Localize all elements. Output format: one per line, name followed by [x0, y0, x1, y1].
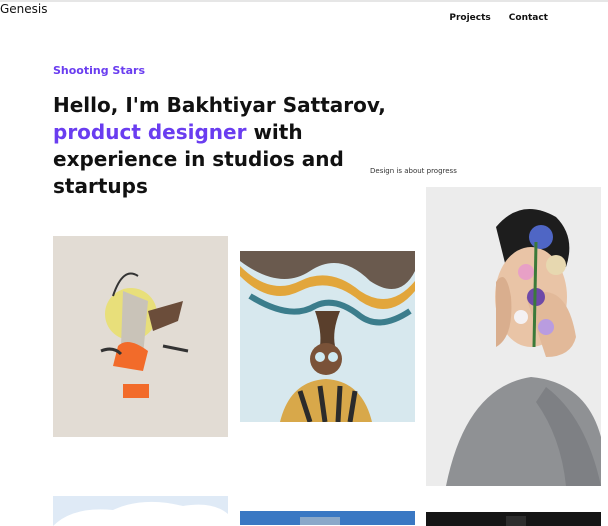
top-divider: [0, 0, 608, 2]
project-card-dark[interactable]: [426, 512, 601, 526]
sky-image: [53, 496, 228, 526]
hero-headline: Hello, I'm Bakhtiyar Sattarov, product d…: [53, 92, 393, 200]
project-card-flowers[interactable]: [426, 187, 601, 486]
brand-logo[interactable]: Genesis: [0, 2, 48, 16]
project-card-portrait[interactable]: [240, 251, 415, 422]
headline-intro: Hello, I'm Bakhtiyar Sattarov,: [53, 93, 386, 117]
collage-artwork-image: [53, 236, 228, 437]
eyebrow-label: Shooting Stars: [53, 64, 146, 77]
nav-projects[interactable]: Projects: [449, 13, 490, 23]
dark-scene-image: [426, 512, 601, 526]
caption-text: Design is about progress: [370, 167, 457, 175]
headline-accent: product designer: [53, 120, 247, 144]
flowers-portrait-image: [426, 187, 601, 486]
portrait-artwork-image: [240, 251, 415, 422]
top-nav: Projects Contact: [449, 13, 548, 23]
project-card-collage[interactable]: [53, 236, 228, 437]
project-card-sky[interactable]: [53, 496, 228, 526]
nav-contact[interactable]: Contact: [509, 13, 548, 23]
